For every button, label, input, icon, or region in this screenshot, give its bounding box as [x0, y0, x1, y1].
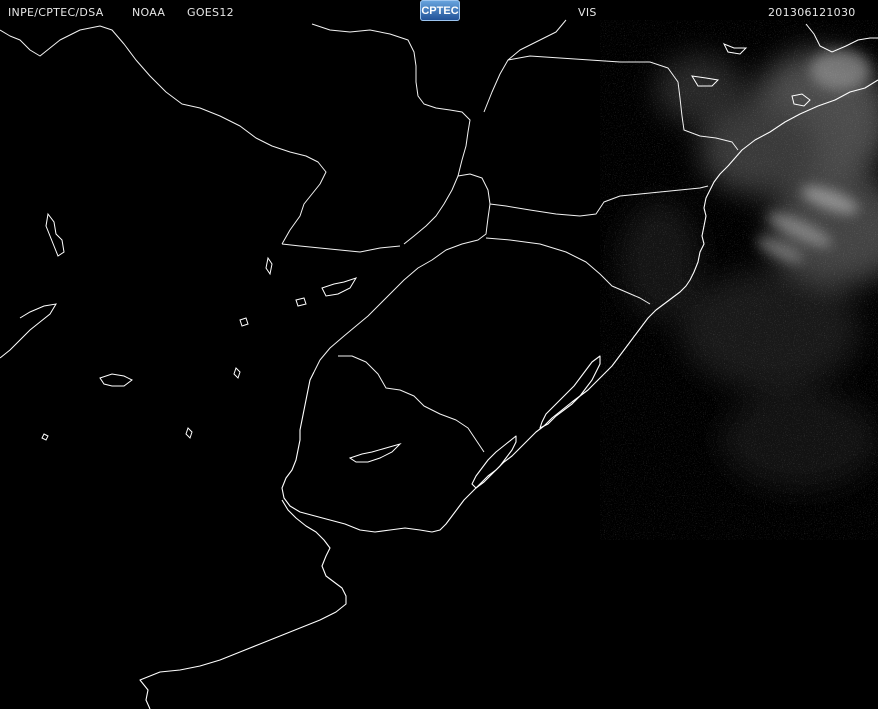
lake-5: [321, 277, 358, 297]
satellite-label: GOES12: [187, 6, 234, 19]
timestamp-label: 201306121030: [768, 6, 856, 19]
dot-5: [233, 367, 241, 379]
border-brazil-argentina: [313, 203, 491, 373]
channel-label: VIS: [578, 6, 597, 19]
border-argentina-paraguay: [0, 25, 327, 245]
lake-3: [99, 373, 133, 387]
border-bolivia-brazil: [483, 19, 567, 113]
plata-coastline: [281, 371, 433, 533]
satellite-map: [0, 19, 878, 709]
border-parana-river: [281, 243, 401, 253]
lake-1: [45, 212, 65, 257]
lake-4: [348, 442, 402, 463]
dot-1: [239, 317, 249, 327]
agency-label: INPE/CPTEC/DSA: [8, 6, 104, 19]
argentina-coastline: [139, 499, 347, 709]
dot-2: [295, 297, 307, 307]
cptec-logo: CPTEC: [420, 0, 460, 21]
dot-6: [265, 256, 273, 276]
satellite-image-viewer: INPE/CPTEC/DSA NOAA GOES12 CPTEC VIS 201…: [0, 0, 878, 709]
dot-4: [41, 433, 49, 441]
border-brazil-uruguay: [338, 355, 485, 453]
cloud-cover: [600, 20, 878, 540]
satellite-org-label: NOAA: [132, 6, 166, 19]
border-paraguay-brazil: [311, 23, 471, 245]
dot-3: [185, 427, 193, 439]
lagoa-dos-patos: [539, 355, 601, 429]
lake-2: [0, 303, 57, 359]
